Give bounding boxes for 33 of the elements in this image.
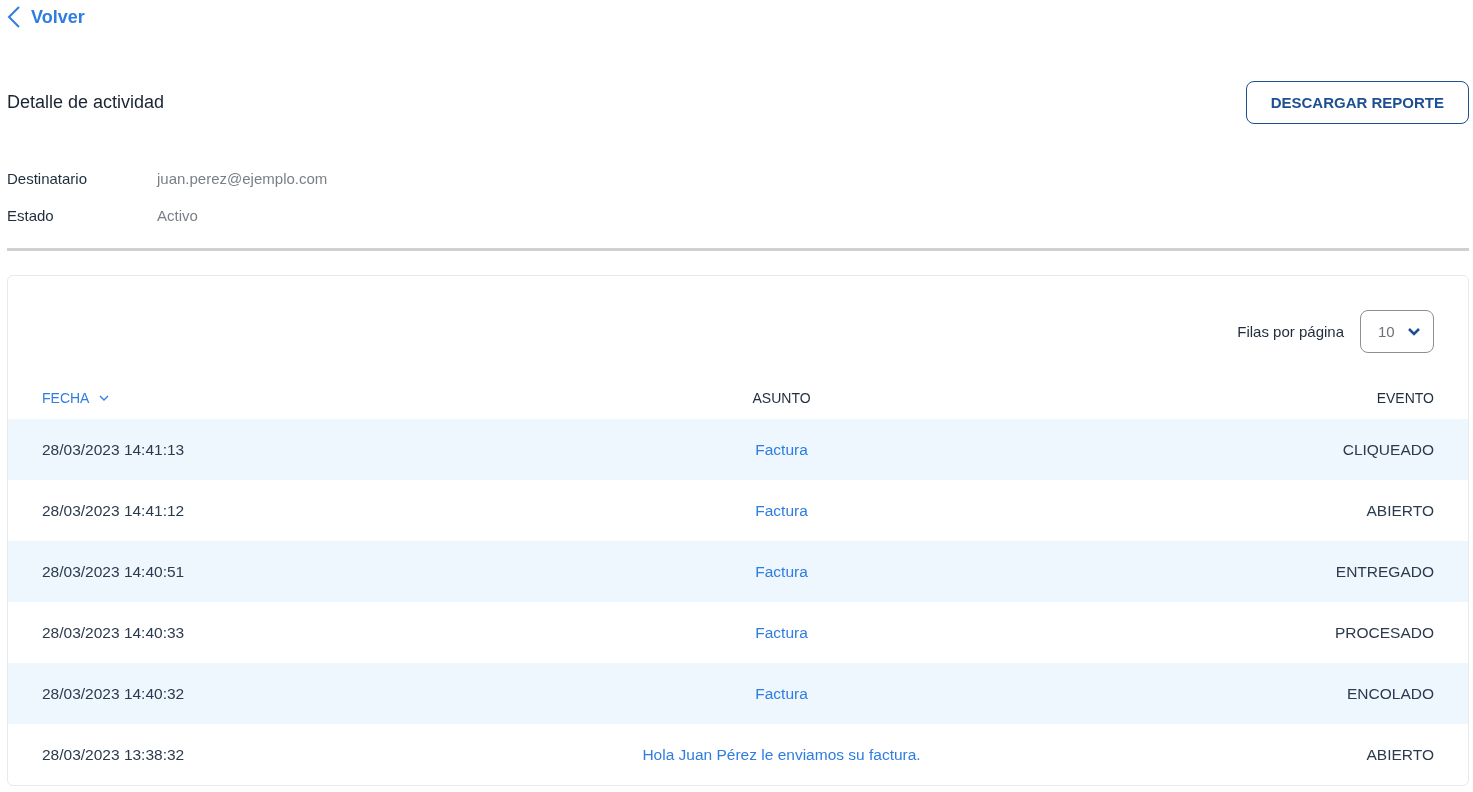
sort-caret-icon (99, 394, 110, 402)
event-cell: PROCESADO (1334, 623, 1434, 641)
download-report-button[interactable]: DESCARGAR REPORTE (1245, 81, 1469, 124)
event-cell: ENCOLADO (1347, 684, 1434, 702)
column-header[interactable]: FECHA (42, 390, 110, 406)
column-header[interactable]: ASUNTO (752, 390, 811, 406)
date-cell: 28/03/2023 14:40:51 (42, 562, 185, 580)
date-cell: 28/03/2023 14:40:33 (42, 623, 185, 641)
subject-link[interactable]: Factura (755, 501, 808, 519)
event-cell: ENTREGADO (1335, 562, 1434, 580)
subject-link[interactable]: Factura (755, 623, 808, 641)
subject-link[interactable]: Factura (755, 562, 808, 580)
detail-label: Estado (7, 207, 55, 224)
chevron-left-icon (7, 5, 21, 29)
detail-label: Destinatario (7, 170, 89, 187)
subject-link[interactable]: Factura (755, 440, 808, 458)
rows-per-page-label: Filas por página (1237, 323, 1344, 340)
back-link[interactable]: Volver (7, 4, 85, 30)
subject-link[interactable]: Factura (755, 684, 808, 702)
page-title: Detalle de actividad (7, 92, 165, 113)
event-cell: ABIERTO (1366, 745, 1434, 763)
date-cell: 28/03/2023 13:38:32 (42, 745, 185, 763)
rows-per-page-select[interactable]: 10 (1360, 310, 1434, 353)
date-cell: 28/03/2023 14:41:12 (42, 501, 185, 519)
event-cell: CLIQUEADO (1342, 440, 1434, 458)
chevron-down-icon (1407, 326, 1421, 337)
detail-value: Activo (157, 207, 199, 224)
detail-value: juan.perez@ejemplo.com (157, 170, 329, 187)
event-cell: ABIERTO (1366, 501, 1434, 519)
date-cell: 28/03/2023 14:41:13 (42, 440, 185, 458)
date-cell: 28/03/2023 14:40:32 (42, 684, 185, 702)
subject-link[interactable]: Hola Juan Pérez le enviamos su factura. (642, 745, 921, 763)
column-header[interactable]: EVENTO (1376, 390, 1434, 406)
